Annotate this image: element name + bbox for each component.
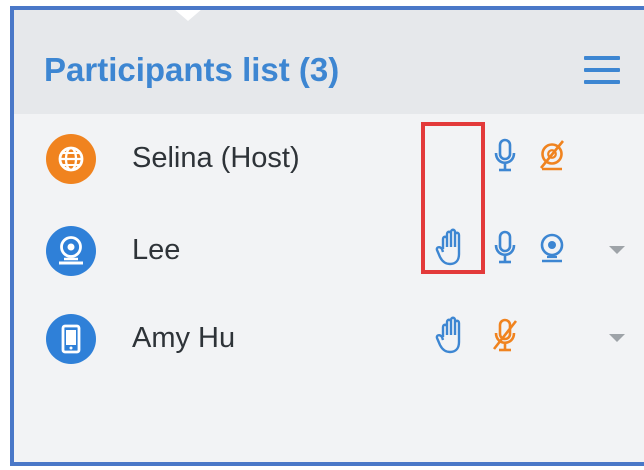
microphone-icon[interactable] [488,225,524,269]
participant-row[interactable]: Lee [14,206,644,294]
participant-row[interactable]: Amy Hu [14,294,644,382]
video-off-icon[interactable] [534,133,570,177]
panel-header: Participants list (3) [14,10,644,114]
webcam-icon[interactable] [534,225,570,269]
mobile-phone-icon [46,314,96,364]
participant-name: Amy Hu [132,322,236,354]
microphone-icon[interactable] [488,133,524,177]
participant-row[interactable]: Selina (Host) [14,114,644,202]
participants-list: Selina (Host) Lee Amy Hu [14,114,644,462]
participant-name: Lee [132,234,181,266]
globe-icon [46,134,96,184]
microphone-muted-icon[interactable] [488,313,524,357]
raised-hand-icon[interactable] [434,313,470,357]
webcam-user-icon [46,226,96,276]
hamburger-menu-icon[interactable] [584,56,624,90]
chevron-down-icon[interactable] [609,334,625,342]
participants-panel: Participants list (3) Selina (Host) Lee … [10,6,644,466]
raised-hand-icon[interactable] [434,225,470,269]
panel-notch [174,10,202,21]
chevron-down-icon[interactable] [609,246,625,254]
panel-title: Participants list (3) [44,51,340,88]
participant-name: Selina (Host) [132,142,300,174]
